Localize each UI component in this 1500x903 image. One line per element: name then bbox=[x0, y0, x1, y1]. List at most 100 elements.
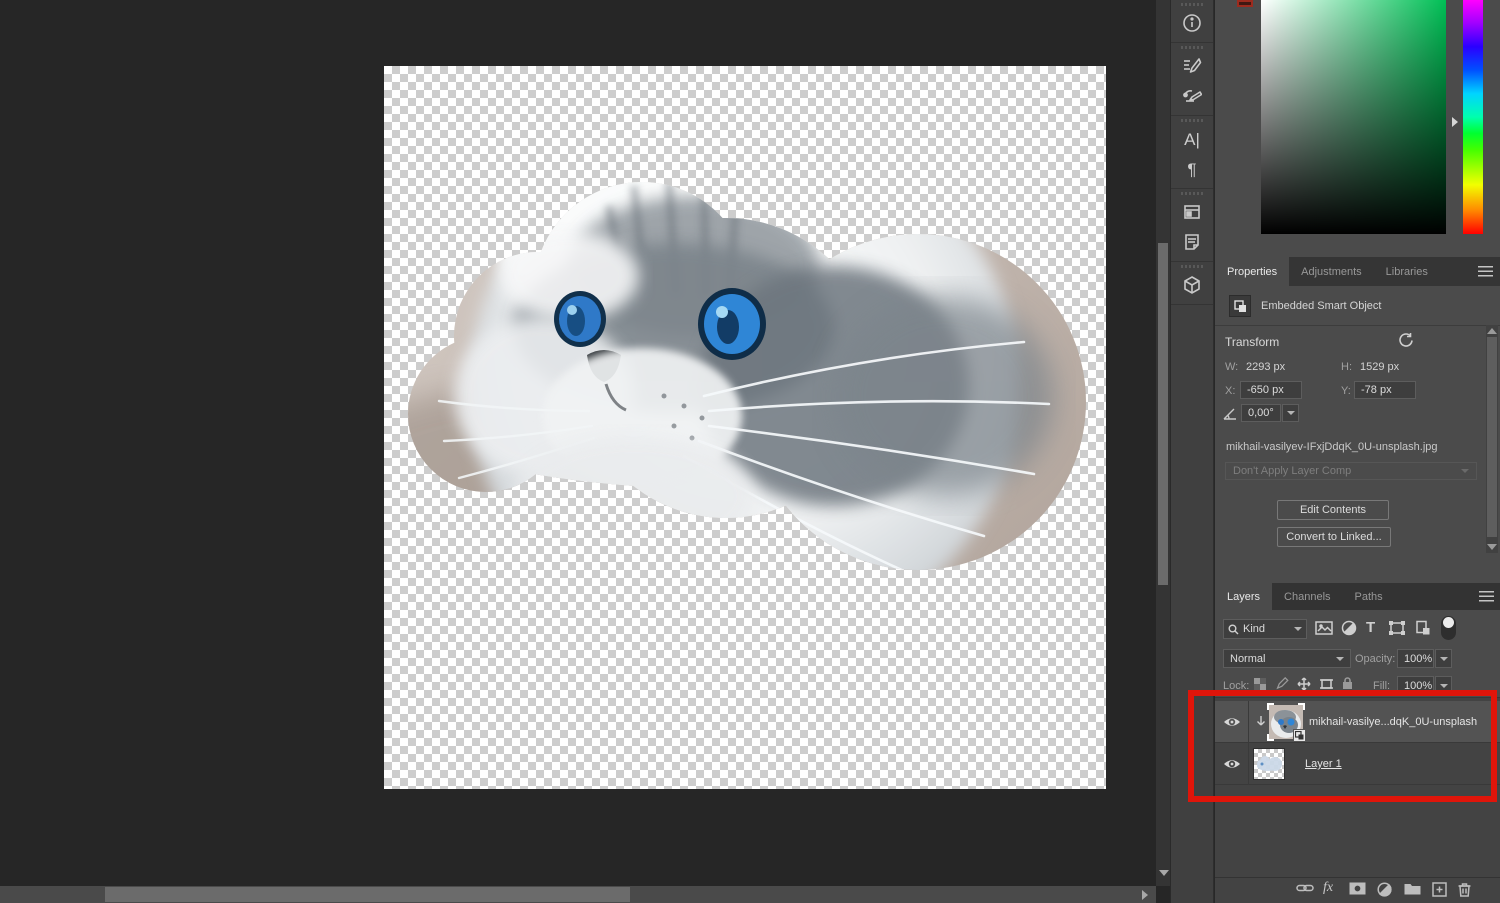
filter-pixel-layers-icon[interactable] bbox=[1315, 620, 1333, 636]
layer-effects-icon[interactable]: fx bbox=[1323, 880, 1333, 896]
layers-panel: Layers Channels Paths Kind T Normal Opac… bbox=[1215, 583, 1500, 903]
layer-comp-dropdown[interactable]: Don't Apply Layer Comp bbox=[1225, 462, 1477, 480]
new-group-icon[interactable] bbox=[1404, 882, 1421, 895]
h-value[interactable]: 1529 px bbox=[1360, 361, 1399, 373]
tab-libraries[interactable]: Libraries bbox=[1374, 257, 1440, 286]
type-glyph: T bbox=[1366, 619, 1376, 636]
scroll-up-icon[interactable] bbox=[1487, 328, 1497, 334]
hue-slider-cursor[interactable] bbox=[1452, 117, 1458, 127]
3d-icon[interactable] bbox=[1172, 270, 1212, 300]
reset-transform-icon[interactable] bbox=[1398, 332, 1414, 351]
x-value: -650 px bbox=[1247, 384, 1284, 396]
convert-to-linked-label: Convert to Linked... bbox=[1286, 531, 1382, 543]
layer-list: mikhail-vasilye...dqK_0U-unsplash Layer … bbox=[1215, 697, 1500, 877]
link-layers-icon[interactable] bbox=[1296, 882, 1314, 894]
delete-layer-icon[interactable] bbox=[1458, 882, 1471, 897]
notes-icon[interactable] bbox=[1172, 227, 1212, 257]
brushes-icon[interactable] bbox=[1172, 81, 1212, 111]
vertical-scrollbar-thumb[interactable] bbox=[1158, 243, 1168, 585]
tab-channels[interactable]: Channels bbox=[1272, 583, 1342, 610]
document-canvas[interactable] bbox=[384, 66, 1106, 789]
divider bbox=[1215, 325, 1500, 326]
transform-section-label: Transform bbox=[1225, 335, 1280, 349]
y-label: Y: bbox=[1341, 385, 1351, 397]
filter-adjustment-layers-icon[interactable] bbox=[1341, 620, 1357, 636]
layer-row-smart-object[interactable]: mikhail-vasilye...dqK_0U-unsplash bbox=[1215, 701, 1500, 743]
filter-toggle[interactable] bbox=[1441, 616, 1456, 640]
dock-grip[interactable] bbox=[1181, 3, 1203, 6]
scroll-down-icon[interactable] bbox=[1159, 870, 1169, 876]
brush-settings-icon[interactable] bbox=[1172, 51, 1212, 81]
lock-all-icon[interactable] bbox=[1341, 676, 1354, 690]
visibility-toggle[interactable] bbox=[1215, 743, 1249, 785]
properties-scrollbar[interactable] bbox=[1486, 325, 1498, 553]
character-icon[interactable]: A| bbox=[1172, 124, 1212, 154]
properties-menu-icon[interactable] bbox=[1478, 266, 1493, 277]
opacity-dropdown-icon[interactable] bbox=[1435, 649, 1452, 668]
horizontal-scrollbar[interactable] bbox=[0, 886, 1156, 903]
blend-mode-value: Normal bbox=[1230, 652, 1266, 665]
paragraph-glyph: ¶ bbox=[1187, 159, 1197, 179]
selection-bracket bbox=[1267, 734, 1274, 741]
tab-paths-label: Paths bbox=[1354, 590, 1383, 603]
properties-scrollbar-thumb[interactable] bbox=[1487, 337, 1497, 537]
angle-value: 0,00° bbox=[1248, 407, 1274, 419]
dock-grip[interactable] bbox=[1181, 46, 1203, 49]
lock-position-icon[interactable] bbox=[1297, 677, 1311, 691]
scroll-right-icon[interactable] bbox=[1142, 890, 1148, 900]
eye-icon bbox=[1223, 760, 1240, 768]
tab-layers[interactable]: Layers bbox=[1215, 583, 1273, 610]
dock-grip[interactable] bbox=[1181, 265, 1203, 268]
fill-dropdown-icon[interactable] bbox=[1435, 676, 1452, 695]
angle-dropdown-icon[interactable] bbox=[1282, 404, 1299, 422]
scroll-down-icon[interactable] bbox=[1487, 544, 1497, 550]
blend-mode-dropdown[interactable]: Normal bbox=[1223, 649, 1351, 668]
edit-contents-button[interactable]: Edit Contents bbox=[1277, 500, 1389, 520]
vertical-scrollbar[interactable] bbox=[1156, 0, 1170, 886]
angle-field[interactable]: 0,00° bbox=[1241, 404, 1281, 422]
adjustment-layer-icon[interactable] bbox=[1377, 882, 1392, 897]
filter-type-layers-icon[interactable]: T bbox=[1366, 619, 1375, 636]
layer-mask-icon[interactable] bbox=[1349, 882, 1366, 895]
filter-smart-objects-icon[interactable] bbox=[1415, 620, 1431, 636]
layer-thumbnail[interactable] bbox=[1267, 703, 1306, 742]
y-field[interactable]: -78 px bbox=[1354, 381, 1416, 399]
horizontal-scrollbar-thumb[interactable] bbox=[105, 887, 630, 902]
tab-properties[interactable]: Properties bbox=[1215, 257, 1290, 286]
kind-filter-dropdown[interactable]: Kind bbox=[1223, 619, 1307, 639]
layer-name[interactable]: mikhail-vasilye...dqK_0U-unsplash bbox=[1309, 716, 1477, 728]
filter-shape-layers-icon[interactable] bbox=[1388, 620, 1406, 636]
kind-filter-value: Kind bbox=[1243, 623, 1266, 635]
fill-field[interactable]: 100% bbox=[1397, 676, 1434, 695]
h-label: H: bbox=[1341, 361, 1352, 373]
layers-menu-icon[interactable] bbox=[1479, 591, 1494, 602]
smart-object-header: Embedded Smart Object bbox=[1261, 300, 1382, 312]
hue-slider[interactable] bbox=[1463, 0, 1483, 234]
layer-comps-icon[interactable] bbox=[1172, 197, 1212, 227]
layers-bottom-bar: fx bbox=[1215, 877, 1500, 903]
layer-thumbnail[interactable] bbox=[1253, 748, 1285, 780]
paragraph-icon[interactable]: ¶ bbox=[1172, 154, 1212, 184]
layer-row-layer-1[interactable]: Layer 1 bbox=[1215, 743, 1500, 785]
visibility-toggle[interactable] bbox=[1215, 701, 1249, 743]
character-glyph: A bbox=[1184, 129, 1196, 149]
lock-pixels-icon[interactable] bbox=[1275, 677, 1289, 691]
angle-icon bbox=[1223, 407, 1238, 423]
layer-name[interactable]: Layer 1 bbox=[1305, 758, 1342, 770]
dock-grip[interactable] bbox=[1181, 192, 1203, 195]
w-value[interactable]: 2293 px bbox=[1246, 361, 1285, 373]
saturation-brightness-field[interactable] bbox=[1261, 0, 1446, 234]
cat-cloud-artwork bbox=[408, 182, 1086, 570]
x-field[interactable]: -650 px bbox=[1240, 381, 1302, 399]
lock-transparency-icon[interactable] bbox=[1253, 677, 1267, 691]
opacity-field[interactable]: 100% bbox=[1397, 649, 1434, 668]
lock-artboard-icon[interactable] bbox=[1319, 677, 1334, 691]
color-swatch[interactable] bbox=[1237, 0, 1253, 7]
dock-grip[interactable] bbox=[1181, 119, 1203, 122]
tab-adjustments[interactable]: Adjustments bbox=[1289, 257, 1374, 286]
dock-empty-space bbox=[1171, 305, 1213, 903]
info-icon[interactable] bbox=[1172, 8, 1212, 38]
tab-paths[interactable]: Paths bbox=[1343, 583, 1395, 610]
convert-to-linked-button[interactable]: Convert to Linked... bbox=[1277, 527, 1391, 547]
new-layer-icon[interactable] bbox=[1432, 882, 1447, 897]
